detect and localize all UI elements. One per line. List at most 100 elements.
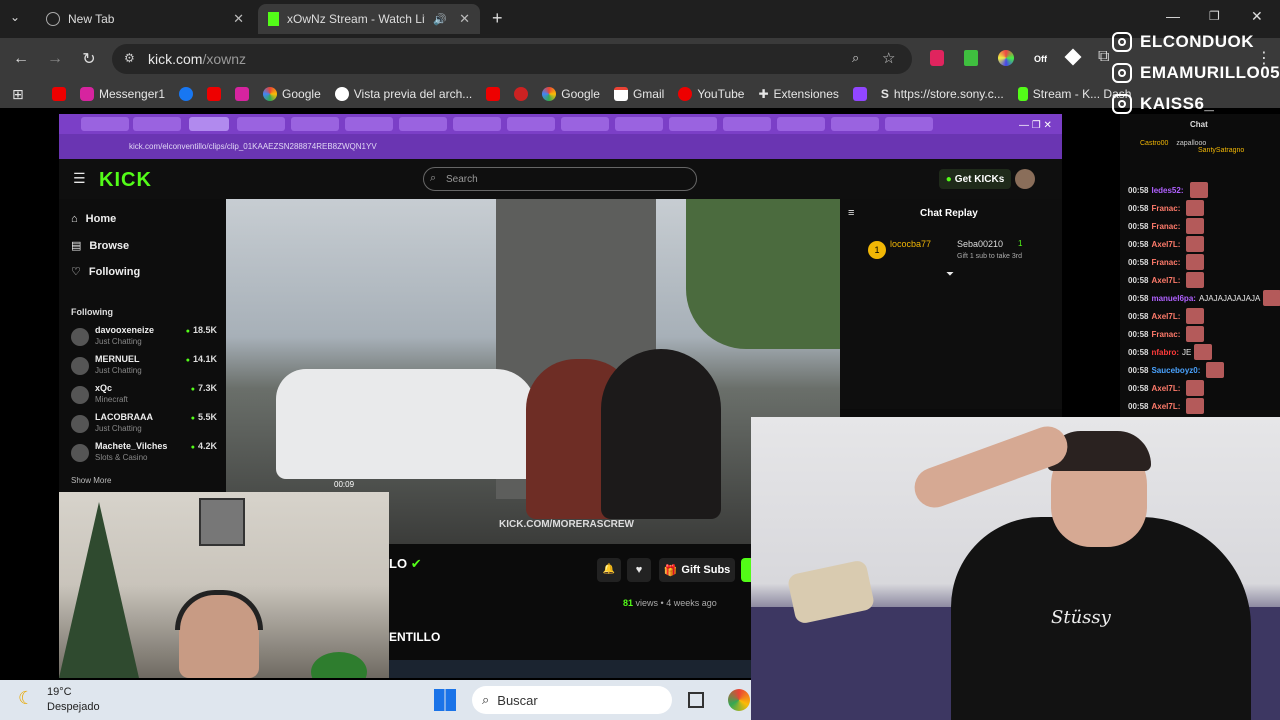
following-item[interactable]: MERNUEL Just Chatting 14.1K xyxy=(71,354,217,382)
extension-green-icon[interactable] xyxy=(964,50,978,66)
tab-stream[interactable]: xOwNz Stream - Watch Live 🔊 ✕ xyxy=(258,4,480,34)
collapse-chat-icon[interactable]: ≡ xyxy=(848,207,854,219)
get-kicks-button[interactable]: ● Get KICKs xyxy=(939,169,1011,189)
extension-off-badge[interactable]: Off xyxy=(1034,54,1047,64)
google-icon xyxy=(542,87,557,101)
speaker-icon[interactable]: 🔊 xyxy=(433,13,447,26)
chat-username[interactable]: Iedes52: xyxy=(1151,186,1183,195)
tab-new-tab[interactable]: New Tab ✕ xyxy=(36,4,254,34)
extension-shield-icon[interactable] xyxy=(930,50,944,66)
chat-username[interactable]: manuel6pa: xyxy=(1151,294,1195,303)
taskbar-search-placeholder: Buscar xyxy=(497,692,538,708)
chat-username[interactable]: nfabro: xyxy=(1151,348,1179,357)
globe-icon xyxy=(46,12,60,26)
chat-username[interactable]: Axel7L: xyxy=(1151,276,1180,285)
extensions-puzzle-icon[interactable]: ⧉ xyxy=(1098,48,1109,66)
following-item[interactable]: LACOBRAAA Just Chatting 5.5K xyxy=(71,412,217,440)
bookmark-item[interactable]: Google xyxy=(263,87,321,101)
bookmark-facebook[interactable] xyxy=(179,87,194,101)
bookmark-youtube-icon-only[interactable] xyxy=(52,87,66,101)
chat-username[interactable]: Axel7L: xyxy=(1151,384,1180,393)
following-item[interactable]: Machete_Vilches Slots & Casino 4.2K xyxy=(71,441,217,469)
bookmark-item[interactable]: Messenger1 xyxy=(80,87,165,101)
chat-username[interactable]: Franac: xyxy=(1151,330,1180,339)
forward-button[interactable]: → xyxy=(42,46,68,72)
nav-following[interactable]: ♡ Following xyxy=(71,265,140,279)
close-tab-icon[interactable]: ✕ xyxy=(459,11,470,27)
chat-username[interactable]: Sauceboyz0: xyxy=(1151,366,1200,375)
video-watermark: KICK.COM/MORERASCREW xyxy=(499,519,634,530)
channel-name: davooxeneize xyxy=(95,325,155,335)
bookmark-item[interactable]: ✚ Extensiones xyxy=(758,87,838,101)
bookmark-youtube[interactable] xyxy=(207,87,222,101)
bookmark-item[interactable]: Shttps://store.sony.c... xyxy=(881,87,1004,101)
menu-hamburger-icon[interactable]: ☰ xyxy=(73,170,86,187)
start-windows-icon[interactable] xyxy=(434,689,456,711)
bookmark-item[interactable]: Gmail xyxy=(613,87,665,101)
chat-username[interactable]: Axel7L: xyxy=(1151,312,1180,321)
zoom-icon[interactable]: ⌕ xyxy=(852,50,859,66)
site-info-icon[interactable]: ⚙ xyxy=(124,51,135,65)
viewer-count: 18.5K xyxy=(186,325,217,335)
kick-search-input[interactable]: ⌕ Search xyxy=(423,167,697,191)
chat-time: 00:58 xyxy=(1128,293,1149,303)
minimize-button[interactable]: — xyxy=(1166,8,1180,24)
chat-username[interactable]: Franac: xyxy=(1151,258,1180,267)
bookmark-item[interactable]: Google xyxy=(542,87,600,101)
avatar[interactable] xyxy=(1015,169,1035,189)
following-heading: Following xyxy=(71,307,113,317)
subscribe-button-partial[interactable] xyxy=(741,558,751,582)
bookmark-twitch[interactable] xyxy=(852,87,867,101)
channel-avatar xyxy=(71,386,89,404)
video-trees xyxy=(686,199,840,349)
search-icon: ⌕ xyxy=(430,172,437,184)
chat-emote xyxy=(1186,254,1205,270)
bookmark-youtube[interactable] xyxy=(486,87,501,101)
chat-username[interactable]: Franac: xyxy=(1151,222,1180,231)
expand-chevron-icon[interactable]: ⏷ xyxy=(946,269,954,280)
inner-tab-strip: — ❐ ✕ xyxy=(59,114,1062,134)
restore-button[interactable]: ❐ xyxy=(1209,9,1220,23)
bookmark-star-icon[interactable]: ☆ xyxy=(882,49,895,67)
chat-username[interactable]: Franac: xyxy=(1151,204,1180,213)
reload-button[interactable]: ↻ xyxy=(76,46,102,72)
gift-subs-button[interactable]: 🎁 Gift Subs xyxy=(659,558,735,582)
bookmark-item[interactable]: Vista previa del arch... xyxy=(334,87,472,101)
close-tab-icon[interactable]: ✕ xyxy=(233,11,244,27)
chrome-icon[interactable] xyxy=(728,689,750,711)
bookmark-item[interactable]: YouTube xyxy=(678,87,744,101)
follow-heart-button[interactable]: ♥ xyxy=(627,558,651,582)
chat-message: 00:58 Iedes52: xyxy=(1128,182,1208,198)
following-item[interactable]: davooxeneize Just Chatting 18.5K xyxy=(71,325,217,353)
bookmark-instagram[interactable] xyxy=(235,87,250,101)
gift-user-1[interactable]: lococba77 xyxy=(890,239,931,249)
chat-username[interactable]: Axel7L: xyxy=(1151,240,1180,249)
nav-browse[interactable]: ▤ Browse xyxy=(71,239,129,253)
gift-user-2[interactable]: Seba00210 xyxy=(957,239,1003,249)
extension-diamond-icon[interactable] xyxy=(1064,48,1082,66)
video-person xyxy=(601,349,721,519)
following-item[interactable]: xQc Minecraft 7.3K xyxy=(71,383,217,411)
taskbar-search-input[interactable]: ⌕ Buscar xyxy=(472,686,672,714)
kick-icon xyxy=(1017,87,1028,101)
address-bar[interactable]: ⚙ kick.com/xownz ⌕ ☆ xyxy=(112,44,912,74)
nav-home[interactable]: ⌂ Home xyxy=(71,213,116,225)
back-button[interactable]: ← xyxy=(8,46,34,72)
new-tab-button[interactable]: + xyxy=(492,8,503,29)
task-view-icon[interactable] xyxy=(688,692,704,708)
tab-list-chevron-icon[interactable]: ⌄ xyxy=(10,10,20,24)
chat-message: 00:58 Franac: xyxy=(1128,326,1205,342)
chat-emote xyxy=(1186,398,1205,414)
notify-bell-button[interactable]: 🔔 xyxy=(597,558,621,582)
kick-logo[interactable]: KICK xyxy=(99,169,152,192)
viewer-count: 14.1K xyxy=(186,354,217,364)
extension-color-icon[interactable] xyxy=(998,50,1014,66)
bookmark-red[interactable] xyxy=(514,87,529,101)
moon-icon: ☾ xyxy=(18,688,35,708)
viewer-count: 5.5K xyxy=(191,412,217,422)
chat-username[interactable]: Axel7L: xyxy=(1151,402,1180,411)
bookmark-label: Gmail xyxy=(632,87,665,101)
apps-grid-icon[interactable]: ⊞ xyxy=(12,86,24,103)
show-more-link[interactable]: Show More xyxy=(71,476,111,485)
close-window-button[interactable]: ✕ xyxy=(1251,8,1263,25)
